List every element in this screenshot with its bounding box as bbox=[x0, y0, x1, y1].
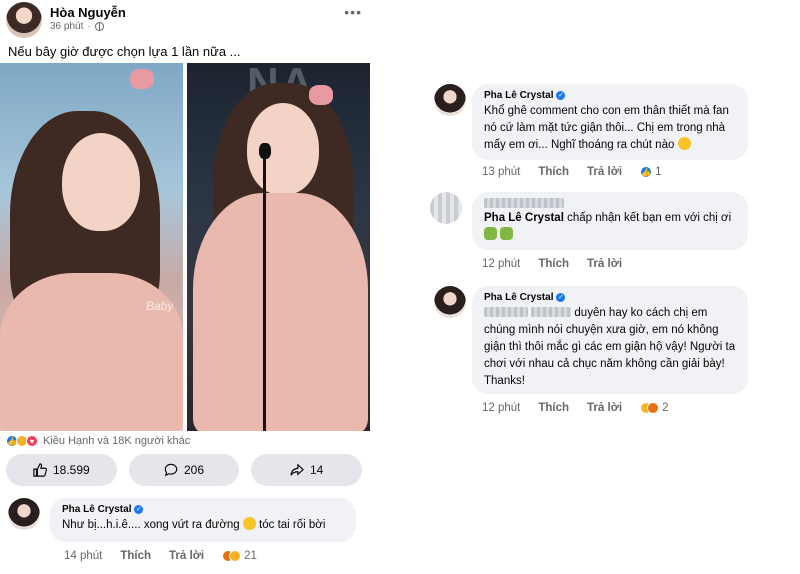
comment-bubble: Pha Lê Crystal ✓ Như bị...h.i.ê.... xong… bbox=[50, 498, 356, 542]
rofl-emoji-icon bbox=[242, 517, 256, 530]
comment-reply-button[interactable]: Trả lời bbox=[169, 550, 204, 562]
commenter-avatar[interactable] bbox=[8, 498, 40, 530]
comment-actions: 12 phút Thích Trả lời 2 bbox=[482, 402, 668, 414]
post-caption: Nếu bây giờ được chọn lựa 1 lần nữa ... bbox=[8, 44, 241, 59]
comment-like-button[interactable]: Thích bbox=[120, 550, 151, 562]
comment-count: 206 bbox=[183, 463, 205, 477]
reactions-summary-text: Kiều Hạnh và 18K người khác bbox=[43, 435, 191, 447]
angry-reaction-icon bbox=[647, 402, 660, 414]
emoji-icon bbox=[500, 227, 514, 240]
post-meta: 36 phút · bbox=[50, 21, 104, 32]
comment-bubble: Pha Lê Crystal chấp nhận kết bạn em với … bbox=[472, 192, 748, 250]
post-action-bar: 18.599 206 14 bbox=[6, 454, 363, 486]
comment-time[interactable]: 14 phút bbox=[64, 550, 102, 562]
emoji-icon bbox=[484, 227, 497, 240]
post-time[interactable]: 36 phút bbox=[50, 21, 83, 32]
comment-item: Pha Lê Crystal ✓ duyên hay ko cách chị e… bbox=[434, 286, 764, 420]
comment-time[interactable]: 12 phút bbox=[482, 402, 520, 414]
globe-icon bbox=[94, 22, 104, 31]
comment-bubble: Pha Lê Crystal ✓ Khổ ghê comment cho con… bbox=[472, 84, 748, 160]
tagged-user[interactable]: Pha Lê Crystal bbox=[484, 212, 564, 224]
share-count: 14 bbox=[310, 463, 324, 477]
comment-actions: 12 phút Thích Trả lời bbox=[482, 258, 622, 270]
share-icon bbox=[290, 463, 304, 476]
thumbs-up-icon bbox=[33, 463, 47, 477]
comment-reactions[interactable]: 👍 1 bbox=[640, 166, 661, 178]
photo-figure-dress bbox=[193, 193, 368, 431]
author-avatar[interactable] bbox=[6, 2, 42, 38]
commenter-name[interactable]: Pha Lê Crystal bbox=[62, 504, 131, 515]
microphone-stand bbox=[263, 157, 266, 431]
comment-item: Pha Lê Crystal chấp nhận kết bạn em với … bbox=[430, 192, 760, 276]
reactions-summary[interactable]: 👍 ♥ Kiều Hạnh và 18K người khác bbox=[6, 434, 190, 448]
comment-text: Như bị...h.i.ê.... xong vứt ra đường tóc… bbox=[62, 517, 326, 531]
verified-badge-icon: ✓ bbox=[134, 505, 144, 514]
divider bbox=[372, 0, 374, 574]
commenter-name[interactable]: Pha Lê Crystal bbox=[484, 90, 553, 101]
commenter-name[interactable]: Pha Lê Crystal bbox=[484, 292, 553, 303]
comment-reaction-count: 2 bbox=[662, 402, 669, 414]
comment-time[interactable]: 12 phút bbox=[482, 258, 520, 270]
comment-time[interactable]: 13 phút bbox=[482, 166, 520, 178]
commenter-avatar[interactable] bbox=[434, 286, 466, 318]
comment-reaction-count: 21 bbox=[244, 550, 257, 562]
redacted-text bbox=[484, 307, 528, 317]
verified-badge-icon: ✓ bbox=[556, 293, 566, 302]
comment-item: Pha Lê Crystal ✓ Như bị...h.i.ê.... xong… bbox=[8, 498, 368, 572]
haha-reaction-icon bbox=[229, 550, 242, 562]
comment-reply-button[interactable]: Trả lời bbox=[587, 166, 622, 178]
comment-bubble: Pha Lê Crystal ✓ duyên hay ko cách chị e… bbox=[472, 286, 748, 394]
post-photos: Baby NA bbox=[0, 63, 370, 431]
comment-like-button[interactable]: Thích bbox=[538, 402, 569, 414]
comment-reactions[interactable]: 21 bbox=[222, 550, 257, 562]
comment-text: duyên hay ko cách chị em chúng mình nói … bbox=[484, 307, 736, 387]
commenter-avatar-blurred[interactable] bbox=[430, 192, 462, 224]
comment-actions: 13 phút Thích Trả lời 👍 1 bbox=[482, 166, 661, 178]
like-reaction-icon: 👍 bbox=[640, 166, 653, 178]
hair-bow bbox=[309, 85, 333, 105]
redacted-text bbox=[531, 307, 572, 317]
photo-figure-face bbox=[247, 103, 319, 195]
comment-like-button[interactable]: Thích bbox=[538, 166, 569, 178]
comment-actions: 14 phút Thích Trả lời 21 bbox=[64, 550, 257, 562]
like-button[interactable]: 18.599 bbox=[6, 454, 117, 486]
commenter-name-blurred[interactable] bbox=[484, 198, 564, 208]
smile-emoji-icon bbox=[677, 137, 691, 150]
verified-badge-icon: ✓ bbox=[556, 91, 566, 100]
comment-text: Khổ ghê comment cho con em thân thiết mà… bbox=[484, 105, 729, 151]
comment-reaction-count: 1 bbox=[655, 166, 662, 178]
post-photo-2[interactable]: NA bbox=[187, 63, 370, 431]
photo-figure-face bbox=[62, 133, 140, 231]
facebook-post: Hòa Nguyễn 36 phút · ••• Nếu bây giờ đượ… bbox=[0, 0, 372, 574]
share-button[interactable]: 14 bbox=[251, 454, 363, 486]
comment-text: Pha Lê Crystal chấp nhận kết bạn em với … bbox=[484, 210, 736, 244]
comment-item: Pha Lê Crystal ✓ Khổ ghê comment cho con… bbox=[434, 84, 764, 184]
commenter-avatar[interactable] bbox=[434, 84, 466, 116]
love-reaction-icon: ♥ bbox=[26, 435, 38, 447]
post-header: Hòa Nguyễn 36 phút · ••• bbox=[6, 2, 366, 38]
comment-like-button[interactable]: Thích bbox=[538, 258, 569, 270]
comment-reply-button[interactable]: Trả lời bbox=[587, 258, 622, 270]
comment-reply-button[interactable]: Trả lời bbox=[587, 402, 622, 414]
photo-figure-dress bbox=[0, 273, 183, 431]
more-options-button[interactable]: ••• bbox=[344, 4, 362, 20]
hair-bow bbox=[130, 69, 154, 89]
post-photo-1[interactable]: Baby bbox=[0, 63, 183, 431]
comment-icon bbox=[164, 463, 178, 477]
comment-button[interactable]: 206 bbox=[128, 454, 240, 486]
like-count: 18.599 bbox=[52, 463, 90, 477]
comment-reactions[interactable]: 2 bbox=[640, 402, 668, 414]
post-author-name[interactable]: Hòa Nguyễn bbox=[50, 5, 126, 20]
photo-watermark: Baby bbox=[146, 299, 174, 313]
